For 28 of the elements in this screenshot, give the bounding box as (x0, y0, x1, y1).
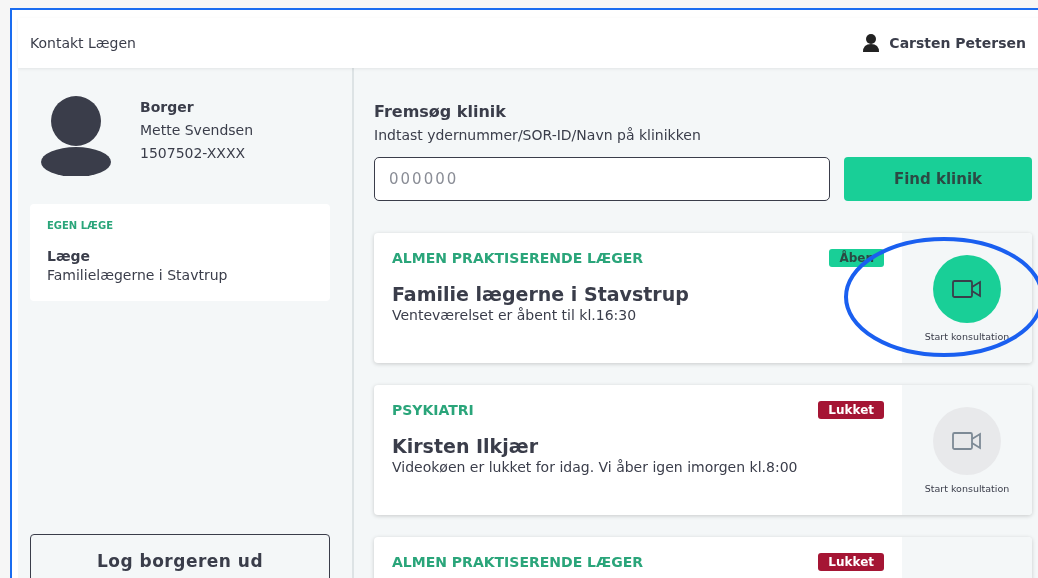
clinic-category: PSYKIATRI (392, 402, 474, 418)
citizen-cpr: 1507502-XXXX (140, 144, 247, 163)
search-hint: Indtast ydernummer/SOR-ID/Navn på klinikken (374, 127, 702, 143)
clinic-name: Familie lægerne i Stavstrup (392, 283, 690, 305)
video-camera-icon (952, 278, 982, 299)
doctor-clinic: Familielægerne i Stavtrup (47, 267, 229, 283)
citizen-name: Mette Svendsen (140, 121, 254, 140)
own-doctor-heading: EGEN LÆGE (47, 220, 114, 231)
clinic-category: ALMEN PRAKTISERENDE LÆGER (392, 554, 644, 570)
find-clinic-button[interactable]: Find klinik (844, 157, 1032, 201)
clinic-message: Videokøen er lukket for idag. Vi åber igen imorgen kl.8:00 (392, 459, 799, 475)
citizen-role: Borger (140, 98, 195, 117)
user-name: Carsten Petersen (889, 35, 1026, 51)
status-badge: Lukket (818, 401, 884, 419)
person-silhouette-icon (40, 96, 112, 176)
status-badge: Lukket (818, 553, 884, 571)
page-title: Kontakt Lægen (30, 35, 136, 51)
search-title: Fremsøg klinik (374, 102, 507, 121)
video-camera-icon (952, 430, 982, 451)
clinic-category: ALMEN PRAKTISERENDE LÆGER (392, 250, 644, 266)
start-consultation-label: Start konsultation (924, 330, 1010, 342)
start-consultation-label: Start konsultation (924, 482, 1010, 494)
doctor-label: Læge (47, 247, 92, 266)
clinic-message: Venteværelset er åbent til kl.16:30 (392, 307, 638, 323)
clinic-name: Kirsten Ilkjær (392, 435, 540, 457)
logout-button[interactable]: Log borgeren ud (30, 534, 330, 578)
clinic-search-field[interactable]: 000000 (374, 157, 830, 201)
user-icon (863, 34, 880, 52)
